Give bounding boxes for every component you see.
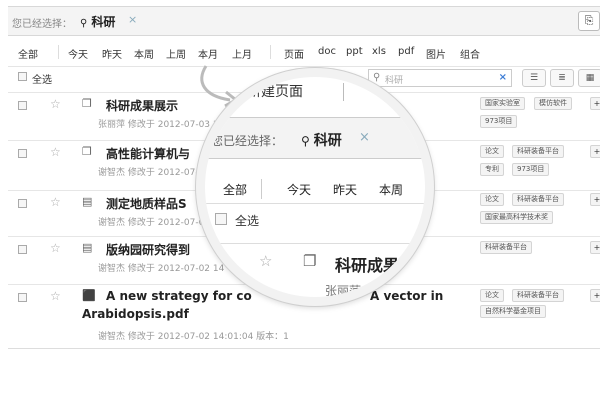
filter-last-week[interactable]: 上周	[166, 46, 186, 61]
add-tag-button[interactable]: +	[590, 145, 600, 158]
row-title[interactable]: 测定地质样品S	[106, 195, 187, 212]
magnified-select-bar: 全选	[205, 203, 425, 233]
row-checkbox[interactable]	[18, 149, 27, 158]
row-checkbox[interactable]	[18, 245, 27, 254]
active-filter[interactable]: ⚲ 科研	[80, 13, 115, 30]
magnified-filter-bar: 您已经选择： ⚲ 科研 ×	[205, 117, 425, 159]
tag[interactable]: 科研装备平台	[512, 289, 564, 302]
row-title[interactable]: 版纳园研究得到	[106, 241, 190, 258]
star-icon[interactable]: ☆	[50, 289, 61, 303]
row-meta: 张丽萍 修改	[325, 284, 389, 298]
star-icon[interactable]: ☆	[50, 97, 61, 111]
filter-xls[interactable]: xls	[372, 46, 386, 57]
divider	[343, 83, 344, 101]
row-checkbox[interactable]	[18, 199, 27, 208]
filter-yesterday[interactable]: 昨天	[333, 181, 357, 198]
tag[interactable]: 科研装备平台	[480, 241, 532, 254]
select-all-checkbox[interactable]	[215, 213, 227, 225]
search-icon: ⚲	[301, 134, 310, 148]
row-title[interactable]: 科研成果	[335, 252, 399, 276]
filter-combo[interactable]: 组合	[460, 46, 480, 61]
tag[interactable]: 国家实验室	[480, 97, 525, 110]
row-title[interactable]: 科研成果展示	[106, 97, 178, 114]
tag[interactable]: 973项目	[512, 163, 550, 176]
filter-ppt[interactable]: ppt	[346, 46, 363, 57]
tag[interactable]: 973项目	[480, 115, 518, 128]
pdf-icon: ⬛	[82, 289, 96, 302]
star-icon[interactable]: ☆	[259, 252, 272, 270]
filter-image[interactable]: 图片	[426, 46, 446, 61]
page-icon: ❐	[82, 97, 92, 110]
row-title[interactable]: 高性能计算机与	[106, 145, 190, 162]
magnified-time-filters: 全部 今天 昨天 本周	[205, 179, 425, 201]
filter-page[interactable]: 页面	[284, 46, 304, 61]
divider	[58, 45, 59, 59]
row-meta: 谢智杰 修改于 2012-07-02 14:01:04 版本：1	[98, 332, 289, 342]
star-icon[interactable]: ☆	[50, 145, 61, 159]
row-meta: 谢智杰 修改于 2012-07-03	[98, 218, 211, 228]
add-tag-button[interactable]: +	[590, 193, 600, 206]
grid-view-icon[interactable]: ▦	[578, 69, 600, 87]
select-all-label: 全选	[32, 75, 52, 86]
tag[interactable]: 论文	[480, 193, 504, 206]
filter-this-week[interactable]: 本周	[134, 46, 154, 61]
row-checkbox[interactable]	[217, 256, 229, 268]
tag[interactable]: 论文	[480, 145, 504, 158]
selected-label: 您已经选择：	[211, 134, 284, 148]
search-icon: ⚲	[80, 18, 88, 29]
filter-doc[interactable]: doc	[318, 46, 336, 57]
doc-icon: ▤	[82, 241, 93, 254]
star-icon[interactable]: ☆	[50, 241, 61, 255]
active-filter-text: 科研	[313, 133, 342, 149]
filter-all[interactable]: 全部	[223, 181, 247, 198]
select-all-checkbox[interactable]	[18, 72, 27, 81]
magnifier-lens: 新建页面 您已经选择： ⚲ 科研 × 全部 今天 昨天 本周 全选 ☆ ❐ 科研成…	[196, 68, 434, 306]
add-tag-button[interactable]: +	[590, 241, 600, 254]
add-tag-button[interactable]: +	[590, 289, 600, 302]
filter-bar: 您已经选择： ⚲ 科研 × ⎘	[8, 6, 600, 36]
tag[interactable]: 模仿软件	[534, 97, 572, 110]
row-meta: 谢智杰 修改于 2012-07-03	[98, 168, 211, 178]
divider	[261, 179, 262, 199]
remove-filter-icon[interactable]: ×	[359, 130, 370, 145]
page-icon: ❐	[303, 252, 317, 270]
new-page-icon[interactable]: ⎘	[578, 11, 600, 31]
filter-today[interactable]: 今天	[68, 46, 88, 61]
active-filter[interactable]: ⚲ 科研	[301, 130, 342, 150]
row-checkbox[interactable]	[18, 293, 27, 302]
page-icon: ❐	[82, 145, 92, 158]
filter-last-month[interactable]: 上月	[232, 46, 252, 61]
tag[interactable]: 自然科学基金项目	[480, 305, 546, 318]
filter-this-week[interactable]: 本周	[379, 181, 403, 198]
filter-this-month[interactable]: 本月	[198, 46, 218, 61]
list-view-icon[interactable]: ☰	[522, 69, 546, 87]
selected-label: 您已经选择：	[12, 19, 72, 30]
magnified-view: 新建页面 您已经选择： ⚲ 科研 × 全部 今天 昨天 本周 全选 ☆ ❐ 科研成…	[205, 77, 425, 297]
filter-all[interactable]: 全部	[18, 46, 38, 61]
filter-today[interactable]: 今天	[287, 181, 311, 198]
tag[interactable]: 专利	[480, 163, 504, 176]
active-filter-text: 科研	[91, 15, 116, 29]
tag[interactable]: 国家最高科学技术奖	[480, 211, 553, 224]
row-checkbox[interactable]	[18, 101, 27, 110]
doc-icon: ▤	[82, 195, 93, 208]
tag[interactable]: 科研装备平台	[512, 193, 564, 206]
remove-filter-icon[interactable]: ×	[128, 13, 137, 26]
tag[interactable]: 科研装备平台	[512, 145, 564, 158]
tag[interactable]: 论文	[480, 289, 504, 302]
time-type-filters: 全部 今天 昨天 本周 上周 本月 上月 页面 doc ppt xls pdf …	[8, 40, 600, 64]
divider	[270, 45, 271, 59]
clear-search-icon[interactable]: ×	[499, 72, 507, 83]
star-icon[interactable]: ☆	[50, 195, 61, 209]
filter-pdf[interactable]: pdf	[398, 46, 414, 57]
new-page-button[interactable]: 新建页面	[247, 81, 303, 101]
filter-yesterday[interactable]: 昨天	[102, 46, 122, 61]
add-tag-button[interactable]: +	[590, 97, 600, 110]
divider	[8, 348, 600, 349]
select-all-label: 全选	[235, 214, 260, 228]
magnified-row[interactable]: ☆ ❐ 科研成果 张丽萍 修改	[205, 243, 425, 298]
row-title-line2[interactable]: Arabidopsis.pdf	[82, 307, 189, 321]
detail-view-icon[interactable]: ≣	[550, 69, 574, 87]
